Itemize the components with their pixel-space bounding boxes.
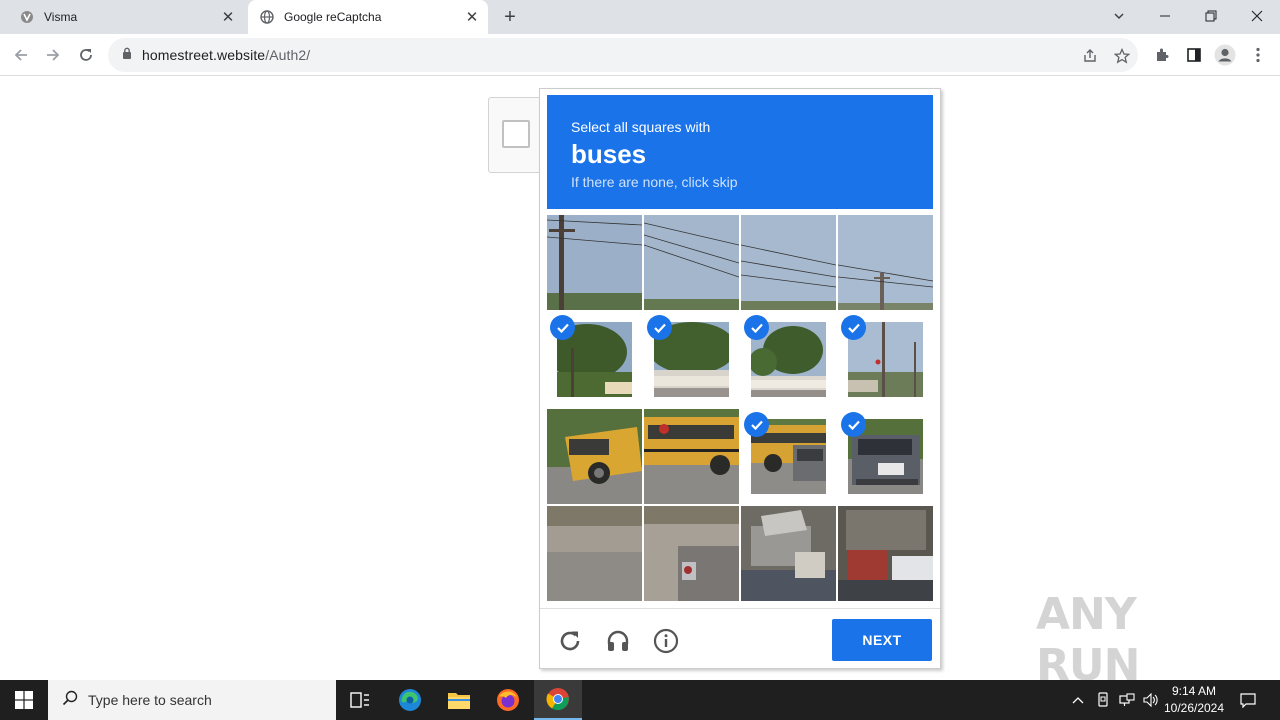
taskbar-clock[interactable]: 9:14 AM 10/26/2024 bbox=[1160, 683, 1228, 717]
grid-tile-4[interactable] bbox=[838, 215, 933, 310]
watermark-text: ANY RUN bbox=[1036, 589, 1140, 691]
tab-title: Visma bbox=[44, 10, 78, 24]
reload-button[interactable] bbox=[73, 42, 99, 68]
search-icon bbox=[62, 690, 78, 711]
target-object: buses bbox=[571, 139, 647, 169]
restore-button[interactable] bbox=[1188, 0, 1234, 34]
file-explorer-icon[interactable] bbox=[435, 680, 483, 720]
tab-visma[interactable]: Visma ✕ bbox=[8, 0, 244, 34]
tab-google-recaptcha[interactable]: Google reCaptcha ✕ bbox=[248, 0, 488, 34]
grid-tile-1[interactable] bbox=[547, 215, 642, 310]
grid-tile-13[interactable] bbox=[547, 506, 642, 601]
chrome-taskbar-icon[interactable] bbox=[534, 680, 582, 720]
recaptcha-checkbox[interactable] bbox=[502, 120, 530, 148]
image-grid bbox=[547, 215, 933, 601]
lock-icon[interactable] bbox=[122, 46, 132, 64]
edge-browser-icon[interactable] bbox=[386, 680, 434, 720]
volume-icon[interactable] bbox=[1140, 680, 1162, 720]
tab-search-icon[interactable] bbox=[1096, 0, 1142, 34]
info-icon[interactable] bbox=[652, 627, 680, 655]
checkmark-icon bbox=[550, 315, 575, 340]
anyrun-watermark: ANY RUN bbox=[1036, 589, 1236, 691]
grid-tile-5[interactable] bbox=[547, 312, 642, 407]
notifications-icon[interactable] bbox=[1234, 680, 1262, 720]
checkmark-icon bbox=[744, 315, 769, 340]
grid-tile-2[interactable] bbox=[644, 215, 739, 310]
checkmark-icon bbox=[647, 315, 672, 340]
tab-title: Google reCaptcha bbox=[284, 10, 382, 24]
checkmark-icon bbox=[841, 315, 866, 340]
task-view-icon[interactable] bbox=[336, 680, 384, 720]
grid-tile-3[interactable] bbox=[741, 215, 836, 310]
grid-tile-14[interactable] bbox=[644, 506, 739, 601]
profile-avatar-icon[interactable] bbox=[1214, 44, 1236, 66]
bookmark-star-icon[interactable] bbox=[1112, 46, 1132, 66]
skip-hint: If there are none, click skip bbox=[571, 174, 738, 190]
show-hidden-icons[interactable] bbox=[1068, 680, 1088, 720]
tab-strip: Visma ✕ Google reCaptcha ✕ + bbox=[0, 0, 1280, 34]
firefox-icon[interactable] bbox=[484, 680, 532, 720]
share-icon[interactable] bbox=[1080, 46, 1100, 66]
minimize-button[interactable] bbox=[1142, 0, 1188, 34]
grid-tile-15[interactable] bbox=[741, 506, 836, 601]
windows-taskbar: Type here to search 9:14 AM 10/26/2024 bbox=[0, 680, 1280, 720]
start-button[interactable] bbox=[0, 680, 48, 720]
url-host: homestreet.website bbox=[142, 47, 266, 63]
url-text: homestreet.website/Auth2/ bbox=[142, 47, 310, 63]
visma-favicon-icon bbox=[20, 10, 34, 24]
challenge-header: Select all squares with buses If there a… bbox=[547, 95, 933, 209]
grid-tile-10[interactable] bbox=[644, 409, 739, 504]
menu-kebab-icon[interactable] bbox=[1247, 44, 1269, 66]
grid-tile-6[interactable] bbox=[644, 312, 739, 407]
close-tab-icon[interactable]: ✕ bbox=[460, 8, 484, 26]
device-icon[interactable] bbox=[1092, 680, 1114, 720]
recaptcha-challenge: Select all squares with buses If there a… bbox=[539, 88, 941, 669]
address-bar[interactable]: homestreet.website/Auth2/ bbox=[108, 38, 1138, 72]
browser-toolbar: homestreet.website/Auth2/ bbox=[0, 34, 1280, 76]
back-button[interactable] bbox=[8, 42, 34, 68]
grid-tile-12[interactable] bbox=[838, 409, 933, 504]
grid-tile-11[interactable] bbox=[741, 409, 836, 504]
url-path: /Auth2/ bbox=[265, 47, 311, 63]
audio-challenge-icon[interactable] bbox=[604, 627, 632, 655]
clock-time: 9:14 AM bbox=[1171, 684, 1217, 698]
globe-icon bbox=[260, 10, 274, 24]
taskbar-search-box[interactable]: Type here to search bbox=[48, 680, 336, 720]
next-button[interactable]: NEXT bbox=[832, 619, 932, 661]
close-tab-icon[interactable]: ✕ bbox=[216, 8, 240, 26]
new-tab-button[interactable]: + bbox=[498, 5, 522, 29]
instruction-text: Select all squares with bbox=[571, 119, 711, 135]
search-placeholder: Type here to search bbox=[88, 692, 212, 708]
grid-tile-7[interactable] bbox=[741, 312, 836, 407]
close-window-button[interactable] bbox=[1234, 0, 1280, 34]
network-icon[interactable] bbox=[1116, 680, 1138, 720]
extensions-icon[interactable] bbox=[1151, 44, 1173, 66]
grid-tile-16[interactable] bbox=[838, 506, 933, 601]
windows-logo-icon bbox=[15, 691, 33, 709]
challenge-footer: NEXT bbox=[540, 608, 940, 668]
reload-challenge-icon[interactable] bbox=[556, 627, 584, 655]
forward-button[interactable] bbox=[40, 42, 66, 68]
checkmark-icon bbox=[841, 412, 866, 437]
grid-tile-9[interactable] bbox=[547, 409, 642, 504]
grid-tile-8[interactable] bbox=[838, 312, 933, 407]
side-panel-icon[interactable] bbox=[1183, 44, 1205, 66]
clock-date: 10/26/2024 bbox=[1163, 701, 1225, 715]
checkmark-icon bbox=[744, 412, 769, 437]
